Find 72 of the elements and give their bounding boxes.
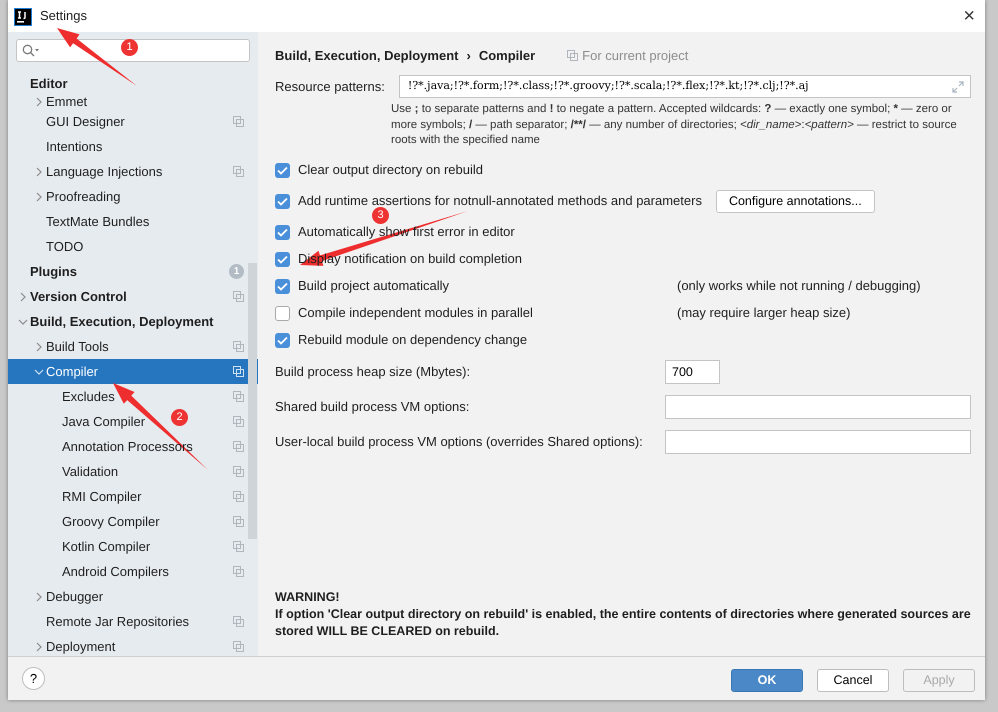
chevron-right-icon[interactable] [20,292,26,302]
tree-item[interactable]: Intentions [46,136,102,156]
tree-item[interactable]: Version Control [30,286,127,306]
close-button[interactable]: × [963,6,975,26]
chevron-right-icon[interactable] [36,96,42,106]
note-text: (only works while not running / debugging) [677,277,921,296]
text-field[interactable]: 700 [665,360,720,384]
chevron-down-icon[interactable] [18,318,28,324]
count-badge: 1 [229,264,244,279]
tree-item[interactable]: Groovy Compiler [62,512,160,532]
field-label: Shared build process VM options: [275,398,470,416]
copy-icon [567,50,578,61]
resource-patterns-field[interactable]: !?*.java;!?*.form;!?*.class;!?*.groovy;!?*.scala;!?*.flex;!?*.kt;!?*.clj;!?*.aj [398,75,971,98]
tree-item[interactable]: Emmet [46,92,88,112]
tree-item[interactable]: Debugger [46,586,104,606]
tree-item[interactable]: Remote Jar Repositories [46,612,190,632]
checkbox-label[interactable]: Clear output directory on rebuild [298,160,483,180]
checkbox[interactable] [275,278,290,294]
tree-item[interactable]: Build Tools [46,336,109,356]
chevron-right-icon[interactable] [36,642,42,652]
field-label: Resource patterns: [275,78,385,96]
tree-item[interactable]: Validation [62,462,118,482]
tree-item[interactable]: Kotlin Compiler [62,536,150,556]
app-logo-icon [14,8,32,26]
tree-item[interactable]: Java Compiler [62,412,146,432]
checkbox[interactable] [275,306,290,320]
tree-item[interactable]: Android Compilers [62,562,169,582]
breadcrumb-separator: › [466,46,471,65]
field-label: Build process heap size (Mbytes): [275,363,472,382]
tree-item[interactable]: Compiler [8,359,258,384]
configure-button[interactable]: Configure annotations... [716,190,875,212]
tree-item[interactable]: TODO [46,236,84,256]
tree-item[interactable]: Plugins [30,262,77,282]
help-button[interactable]: ? [22,667,45,690]
breadcrumb-item[interactable]: Build, Execution, Deployment [275,46,458,66]
tree-item[interactable]: Language Injections [46,162,162,182]
tree-item[interactable]: Proofreading [46,186,120,206]
tree-item[interactable]: TextMate Bundles [46,212,150,232]
warning-text: If option 'Clear output directory on rebuild' is enabled, the entire contents of directories where generated sources are stored WILL BE CLEARED on rebuild. [275,606,971,640]
checkbox[interactable] [275,224,290,240]
ok-button[interactable]: OK [731,669,803,692]
checkbox-label[interactable]: Rebuild module on dependency change [298,330,528,350]
scrollbar[interactable] [248,263,257,539]
tree-item[interactable]: Build, Execution, Deployment [30,312,214,332]
chevron-right-icon[interactable] [36,166,42,176]
checkbox[interactable] [275,252,290,266]
chevron-right-icon[interactable] [36,342,42,352]
search-field[interactable] [16,39,250,62]
checkbox[interactable] [275,194,290,208]
note-text: (may require larger heap size) [677,304,850,322]
field-label: User-local build process VM options (overrides Shared options): [275,433,644,452]
warning-title: WARNING! [275,589,341,606]
text-field[interactable] [665,430,971,454]
checkbox[interactable] [275,162,290,178]
checkbox[interactable] [275,332,290,348]
hint-text: Use ; to separate patterns and ! to negate a pattern. Accepted wildcards: ? — exactly one symbol; * — zero or more symbols; / — path separator; /**/ — any number of directories; <dir_name>:<pattern> — restrict to source roots with the specified name [391,102,958,148]
tree-item[interactable]: RMI Compiler [62,486,142,506]
window-title: Settings [40,7,87,26]
checkbox-label[interactable]: Build project automatically [298,276,450,296]
text-field[interactable] [665,395,971,419]
dialog-button[interactable]: Cancel [817,669,889,692]
expand-icon[interactable] [952,81,964,94]
tree-item[interactable]: Deployment [46,636,116,656]
tree-item[interactable]: Editor [30,74,68,94]
chevron-right-icon[interactable] [36,192,42,202]
search-icon [22,44,40,57]
chevron-right-icon[interactable] [36,592,42,602]
tree-item[interactable]: GUI Designer [46,112,125,132]
checkbox-label[interactable]: Compile independent modules in parallel [298,303,533,323]
tree-item[interactable]: Excludes [62,386,115,406]
breadcrumb-item: Compiler [478,46,536,65]
scope-label: For current project [582,46,688,65]
